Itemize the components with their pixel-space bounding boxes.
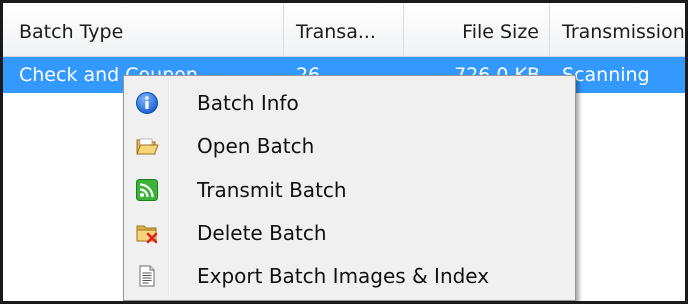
menu-item-label: Transmit Batch bbox=[197, 178, 347, 202]
menu-item-transmit-batch[interactable]: Transmit Batch bbox=[127, 170, 572, 210]
menu-item-batch-info[interactable]: Batch Info bbox=[127, 83, 572, 123]
transmit-icon bbox=[135, 178, 159, 202]
menu-item-delete-batch[interactable]: Delete Batch bbox=[127, 213, 572, 253]
menu-item-label: Export Batch Images & Index bbox=[197, 264, 490, 288]
menu-item-label: Batch Info bbox=[197, 91, 299, 115]
open-folder-icon bbox=[135, 134, 159, 158]
column-header-transmission[interactable]: Transmission bbox=[550, 3, 685, 56]
info-icon bbox=[135, 91, 159, 115]
menu-item-export-batch-images[interactable]: Export Batch Images & Index bbox=[127, 256, 572, 296]
delete-folder-icon bbox=[135, 221, 159, 245]
column-header-batch-type[interactable]: Batch Type bbox=[3, 3, 284, 56]
menu-item-open-batch[interactable]: Open Batch bbox=[127, 126, 572, 166]
menu-item-label: Open Batch bbox=[197, 134, 315, 158]
cell-transmission: Scanning bbox=[562, 64, 650, 86]
menu-item-label: Delete Batch bbox=[197, 221, 327, 245]
column-header-file-size[interactable]: File Size bbox=[404, 3, 550, 56]
document-icon bbox=[135, 264, 159, 288]
column-header: Batch Type Transa... File Size Transmiss… bbox=[3, 3, 685, 57]
context-menu: Batch Info Open Batch Transmit Batch Del… bbox=[123, 75, 576, 301]
batch-list-window: Batch Type Transa... File Size Transmiss… bbox=[0, 0, 688, 304]
column-header-transactions[interactable]: Transa... bbox=[284, 3, 404, 56]
